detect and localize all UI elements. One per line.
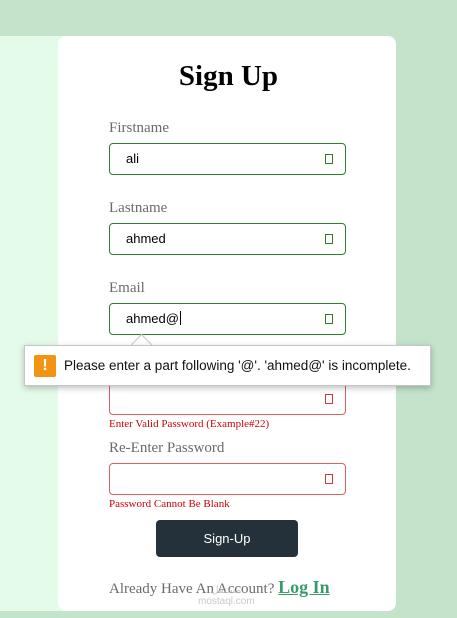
password-field[interactable]: [109, 383, 346, 415]
firstname-field[interactable]: ali: [109, 143, 346, 175]
validation-tooltip: ! Please enter a part following '@'. 'ah…: [24, 345, 431, 386]
lastname-value: ahmed: [126, 231, 166, 246]
tooltip-message: Please enter a part following '@'. 'ahme…: [64, 358, 411, 373]
reenter-password-field[interactable]: [109, 463, 346, 495]
firstname-value: ali: [126, 151, 140, 166]
field-icon: [325, 474, 333, 484]
email-value: ahmed@: [126, 311, 181, 326]
warning-icon: !: [34, 355, 56, 377]
signup-button[interactable]: Sign-Up: [156, 520, 298, 557]
lastname-field[interactable]: ahmed: [109, 223, 346, 255]
password-error: Enter Valid Password (Example#22): [109, 418, 270, 430]
reenter-password-label: Re-Enter Password: [109, 440, 225, 456]
email-field[interactable]: ahmed@: [109, 303, 346, 335]
reenter-password-error: Password Cannot Be Blank: [109, 498, 230, 510]
field-icon: [325, 234, 333, 244]
page-title: Sign Up: [178, 60, 279, 92]
watermark-line1: مستقل: [211, 585, 242, 596]
lastname-label: Lastname: [109, 200, 168, 216]
email-label: Email: [109, 280, 145, 296]
watermark: مستقل mostaql.com: [198, 585, 255, 607]
firstname-label: Firstname: [109, 120, 169, 136]
watermark-line2: mostaql.com: [198, 596, 255, 607]
field-icon: [325, 394, 333, 404]
login-link[interactable]: Log In: [278, 577, 330, 597]
field-icon: [325, 314, 333, 324]
field-icon: [325, 154, 333, 164]
